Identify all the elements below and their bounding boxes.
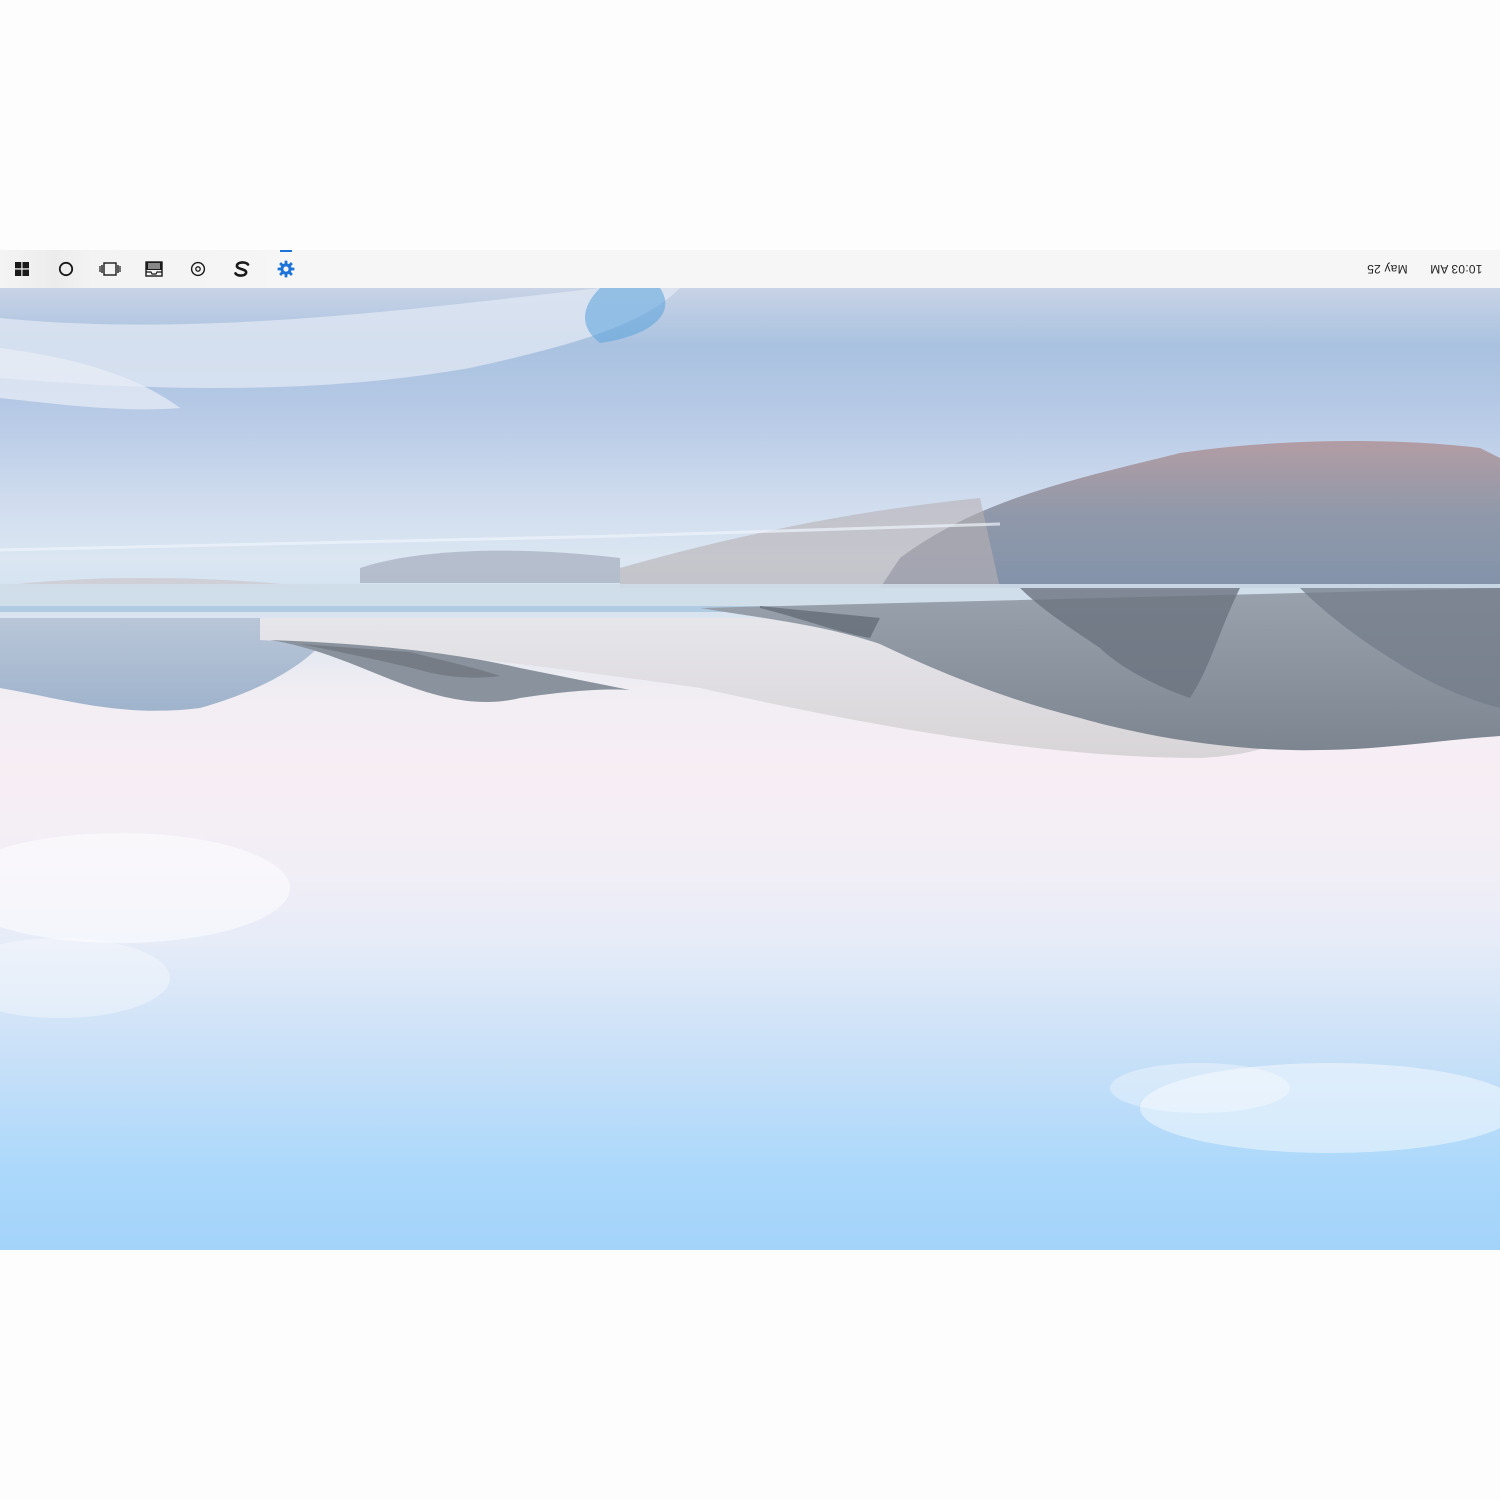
search-button[interactable] bbox=[44, 250, 88, 288]
gear-icon bbox=[277, 260, 295, 278]
windows-logo-icon bbox=[15, 262, 29, 276]
s-logo-icon bbox=[233, 261, 251, 277]
clock-date[interactable]: May 25 bbox=[1367, 262, 1408, 276]
blank-area bbox=[0, 1250, 1500, 1500]
system-tray: May 25 10:03 AM bbox=[1367, 250, 1500, 288]
start-button[interactable] bbox=[0, 250, 44, 288]
tray-inbox-icon bbox=[145, 261, 163, 277]
cortana-circle-icon bbox=[58, 261, 74, 277]
desktop: May 25 10:03 AM bbox=[0, 0, 1500, 1500]
settings-button[interactable] bbox=[264, 250, 308, 288]
task-view-button[interactable] bbox=[88, 250, 132, 288]
media-app-button[interactable] bbox=[176, 250, 220, 288]
taskbar: May 25 10:03 AM bbox=[0, 250, 1500, 288]
desktop-wallpaper bbox=[0, 288, 1500, 1250]
clock-time[interactable]: 10:03 AM bbox=[1430, 262, 1482, 276]
file-explorer-button[interactable] bbox=[132, 250, 176, 288]
taskbar-pinned-apps bbox=[0, 250, 308, 288]
app-s-button[interactable] bbox=[220, 250, 264, 288]
task-view-icon bbox=[99, 262, 121, 276]
disc-icon bbox=[190, 261, 206, 277]
wallpaper-landscape-image bbox=[0, 288, 1500, 1153]
